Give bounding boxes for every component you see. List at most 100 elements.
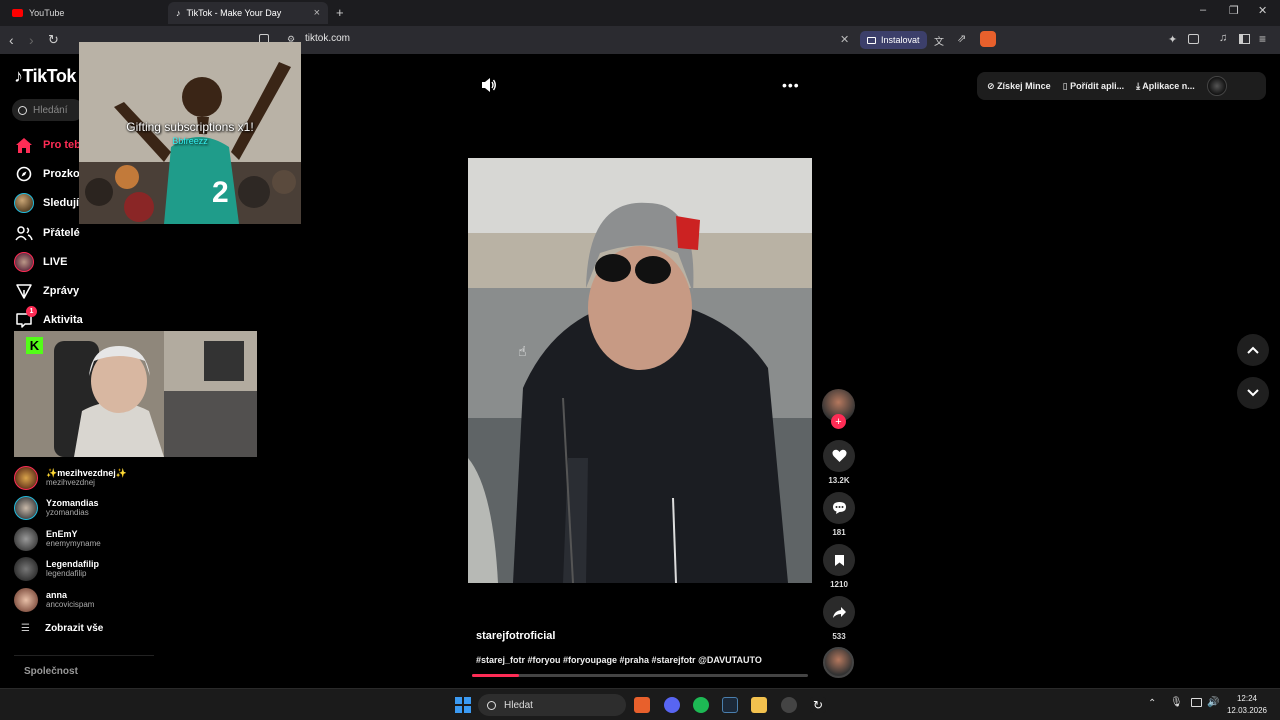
divider <box>14 655 154 656</box>
clock-date: 12.03.2026 <box>1226 706 1268 715</box>
desktop-app-link[interactable]: ⤓ Aplikace n... <box>1136 81 1195 92</box>
avatar <box>14 557 38 581</box>
video-player[interactable]: ☝ <box>468 158 812 583</box>
share-count: 533 <box>832 632 846 641</box>
restore-icon[interactable]: ❐ <box>1229 4 1239 17</box>
avatar <box>14 466 38 490</box>
extensions-icon[interactable]: ✦ <box>1168 33 1177 46</box>
new-tab-button[interactable]: + <box>336 5 344 20</box>
nav-activity[interactable]: 1 Aktivita <box>14 306 83 332</box>
speaker-icon[interactable]: 🔊 <box>1207 697 1219 708</box>
bookmark-icon <box>834 554 844 566</box>
nav-for-you[interactable]: Pro tebe <box>14 133 87 157</box>
list-icon: ☰ <box>21 623 30 634</box>
following-avatar <box>14 193 34 213</box>
following-account[interactable]: Legendafilip legendafilip <box>14 555 99 583</box>
comment-button[interactable] <box>823 492 855 524</box>
avatar <box>14 527 38 551</box>
close-tab-icon[interactable]: × <box>314 7 320 19</box>
windows-start-icon[interactable] <box>455 697 471 713</box>
following-account[interactable]: EnEmY enemymyname <box>14 525 101 553</box>
comment-count: 181 <box>832 528 846 537</box>
sound-avatar[interactable] <box>823 647 854 678</box>
url-bar[interactable]: tiktok.com <box>305 33 350 44</box>
video-author[interactable]: starejfotroficial <box>476 630 555 642</box>
mute-site-icon[interactable]: ✕ <box>840 33 849 46</box>
brave-browser-icon[interactable] <box>634 697 650 713</box>
save-count: 1210 <box>830 580 848 589</box>
tab-title: TikTok - Make Your Day <box>186 8 282 18</box>
discord-icon[interactable] <box>664 697 680 713</box>
nav-following[interactable]: Sledující <box>14 191 88 215</box>
search-input[interactable]: Hledání <box>12 99 84 121</box>
following-account[interactable]: anna ancovicispam <box>14 586 94 614</box>
share-button[interactable] <box>823 596 855 628</box>
minimize-icon[interactable]: – <box>1200 4 1206 16</box>
video-progress-fill <box>472 674 520 677</box>
windows-taskbar: Hledat ↻ ⌃ 🎙 🔊 12:24 12.03.2026 <box>0 688 1280 720</box>
show-all-link[interactable]: ☰ Zobrazit vše <box>21 623 103 634</box>
steam-icon[interactable] <box>722 697 738 713</box>
file-explorer-icon[interactable] <box>751 697 767 713</box>
get-coins-link[interactable]: ⊘ Získej Mince <box>987 81 1051 92</box>
profile-avatar[interactable] <box>1206 76 1227 96</box>
sidebar-toggle-icon[interactable] <box>1239 34 1250 44</box>
media-icon[interactable]: ♫ <box>1219 32 1227 44</box>
nav-friends[interactable]: Přátelé <box>14 221 80 245</box>
avatar <box>14 496 38 520</box>
webcam-frame <box>14 331 257 457</box>
download-icon: ⤓ <box>1136 80 1141 91</box>
youtube-icon <box>12 9 23 17</box>
top-right-links: ⊘ Získej Mince ▯ Pořídit apli... ⤓ Aplik… <box>977 72 1266 100</box>
network-icon[interactable] <box>1191 698 1202 707</box>
tray-overflow-icon[interactable]: ⌃ <box>1148 698 1156 709</box>
forward-icon[interactable]: › <box>29 33 34 47</box>
tiktok-logo[interactable]: ♪TikTok <box>14 66 76 87</box>
tab-title: YouTube <box>29 8 65 18</box>
back-icon[interactable]: ‹ <box>9 33 14 47</box>
next-video-button[interactable] <box>1237 377 1269 409</box>
video-description[interactable]: #starej_fotr #foryou #foryoupage #praha … <box>476 655 762 665</box>
spotify-icon[interactable] <box>693 697 709 713</box>
kick-logo-icon: K <box>26 337 43 354</box>
send-icon <box>14 281 34 301</box>
heart-icon <box>831 449 847 462</box>
close-window-icon[interactable]: ✕ <box>1258 4 1267 17</box>
more-options-icon[interactable]: ••• <box>782 77 800 93</box>
microphone-icon[interactable]: 🎙 <box>1170 697 1183 708</box>
nav-messages[interactable]: Zprávy <box>14 279 79 303</box>
brave-shield-icon[interactable] <box>980 31 996 47</box>
footer-company-link[interactable]: Společnost <box>24 666 78 677</box>
following-account[interactable]: Yzomandias yzomandias <box>14 494 99 522</box>
save-button[interactable] <box>823 544 855 576</box>
app-icon[interactable]: ↻ <box>810 697 826 713</box>
browser-tab-bar: YouTube ♪ TikTok - Make Your Day × + – ❐… <box>0 0 1280 26</box>
tiktok-icon: ♪ <box>176 8 181 18</box>
get-app-link[interactable]: ▯ Pořídit apli... <box>1063 81 1124 92</box>
like-button[interactable] <box>823 440 855 472</box>
translate-icon[interactable]: 文 <box>934 33 944 48</box>
following-account[interactable]: ✨mezihvezdnej✨ mezihvezdnej <box>14 464 127 492</box>
reload-icon[interactable]: ↻ <box>48 33 59 47</box>
like-count: 13.2K <box>828 476 850 485</box>
tab-youtube[interactable]: YouTube <box>4 2 164 24</box>
menu-icon[interactable]: ≡ <box>1259 32 1266 46</box>
share-icon[interactable]: ⇗ <box>957 32 966 45</box>
settings-icon[interactable] <box>781 697 797 713</box>
install-app-button[interactable]: Instalovat <box>860 31 927 49</box>
volume-icon[interactable] <box>481 77 497 93</box>
video-progress-bar[interactable] <box>472 674 808 677</box>
system-clock[interactable]: 12:24 12.03.2026 <box>1222 693 1272 717</box>
follow-plus-icon[interactable]: + <box>831 414 846 429</box>
coin-icon: ⊘ <box>987 80 995 91</box>
search-icon <box>18 105 27 115</box>
tab-search-icon[interactable] <box>1188 34 1199 44</box>
home-icon <box>14 135 34 155</box>
previous-video-button[interactable] <box>1237 334 1269 366</box>
chevron-up-icon <box>1247 346 1259 354</box>
monitor-icon <box>867 36 876 44</box>
tab-tiktok[interactable]: ♪ TikTok - Make Your Day × <box>168 2 328 24</box>
nav-live[interactable]: LIVE <box>14 250 67 274</box>
search-icon <box>487 700 496 710</box>
taskbar-search[interactable]: Hledat <box>478 694 626 716</box>
